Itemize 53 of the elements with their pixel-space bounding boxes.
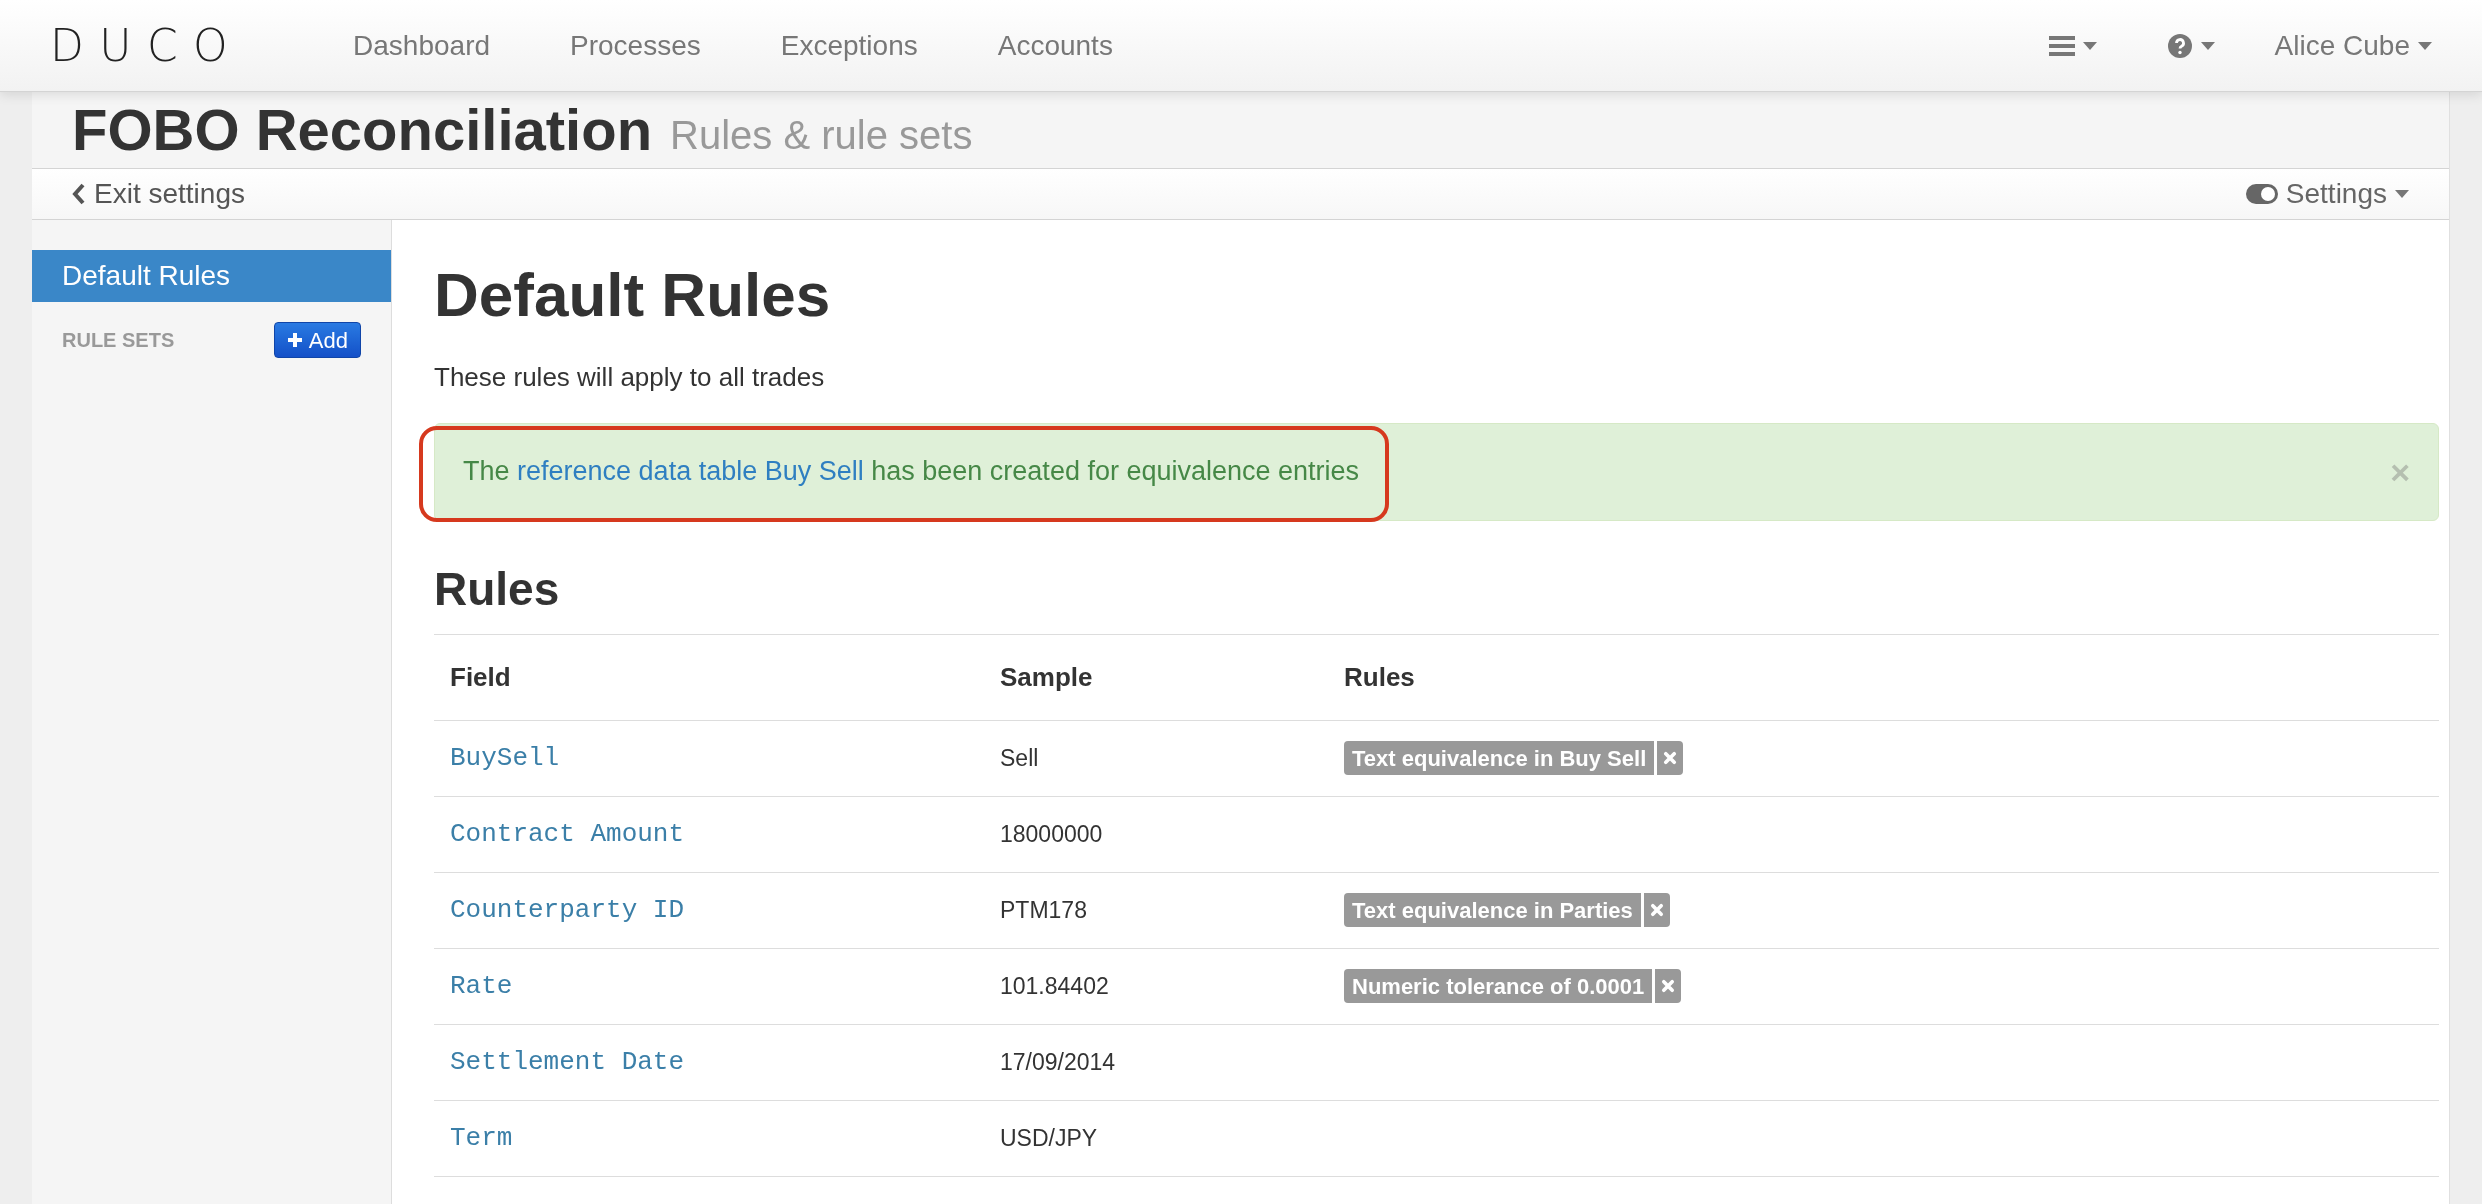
sample-value: PTM178 <box>1000 895 1087 925</box>
nav-link[interactable]: Exceptions <box>755 24 943 67</box>
toggle-icon <box>2245 184 2278 204</box>
field-link[interactable]: Term <box>450 1118 513 1158</box>
field-link[interactable]: Counterparty ID <box>450 890 685 930</box>
caret-icon <box>2082 41 2097 50</box>
sample-value: USD/JPY <box>1000 1123 1098 1153</box>
column-header: Field <box>434 634 984 721</box>
logo[interactable]: DUCO <box>50 12 244 79</box>
rule-tag: Text equivalence in Parties <box>1344 893 1641 927</box>
settings-dropdown[interactable]: Settings <box>2245 173 2409 215</box>
field-link[interactable]: BuySell <box>450 738 560 778</box>
caret-icon <box>2418 41 2432 50</box>
column-header: Rules <box>1328 634 2439 721</box>
close-icon <box>1661 979 1676 993</box>
nav-link[interactable]: Accounts <box>972 24 1138 67</box>
column-header: Sample <box>984 634 1328 721</box>
nav-link[interactable]: Processes <box>545 24 726 67</box>
chevron-left-icon <box>72 183 86 205</box>
remove-rule-button[interactable] <box>1657 741 1684 775</box>
add-button[interactable]: Add <box>273 322 361 358</box>
help-icon <box>2166 32 2193 59</box>
page-subtitle: Rules & rule sets <box>670 115 973 155</box>
description: These rules will apply to all trades <box>434 360 826 394</box>
alert-message: The reference data table Buy Sell has been created for equivalence entries <box>463 455 1360 489</box>
sample-value: 18000000 <box>1000 819 1103 849</box>
section-label: RULE SETS <box>62 328 175 353</box>
user-menu[interactable]: Alice Cube <box>2274 24 2432 67</box>
menu-icon <box>2048 34 2075 57</box>
field-link[interactable]: Settlement Date <box>450 1042 685 1082</box>
caret-icon <box>2395 190 2409 198</box>
nav-link[interactable]: Dashboard <box>328 24 516 67</box>
rule-tag: Numeric tolerance of 0.0001 <box>1344 969 1653 1003</box>
sidebar-item[interactable]: Default Rules <box>32 250 391 302</box>
help-button[interactable] <box>2166 32 2215 59</box>
page-title: FOBO Reconciliation <box>72 101 653 159</box>
menu-button[interactable] <box>2048 34 2097 57</box>
exit-settings-link[interactable]: Exit settings <box>72 173 245 215</box>
rule-tag: Text equivalence in Buy Sell <box>1344 741 1655 775</box>
reference-table-link[interactable]: reference data table Buy Sell <box>517 456 864 487</box>
close-icon <box>1649 903 1664 917</box>
remove-rule-button[interactable] <box>1655 969 1682 1003</box>
remove-rule-button[interactable] <box>1643 893 1670 927</box>
field-link[interactable]: Rate <box>450 966 513 1006</box>
rules-heading: Rules <box>434 554 2439 635</box>
close-icon <box>1663 751 1678 765</box>
plus-icon <box>286 332 303 348</box>
field-link[interactable]: Contract Amount <box>450 814 685 854</box>
sample-value: 101.84402 <box>1000 971 1109 1001</box>
caret-icon <box>2200 41 2215 50</box>
sample-value: 17/09/2014 <box>1000 1047 1116 1077</box>
sample-value: Sell <box>1000 743 1039 773</box>
section-title: Default Rules <box>434 259 832 331</box>
